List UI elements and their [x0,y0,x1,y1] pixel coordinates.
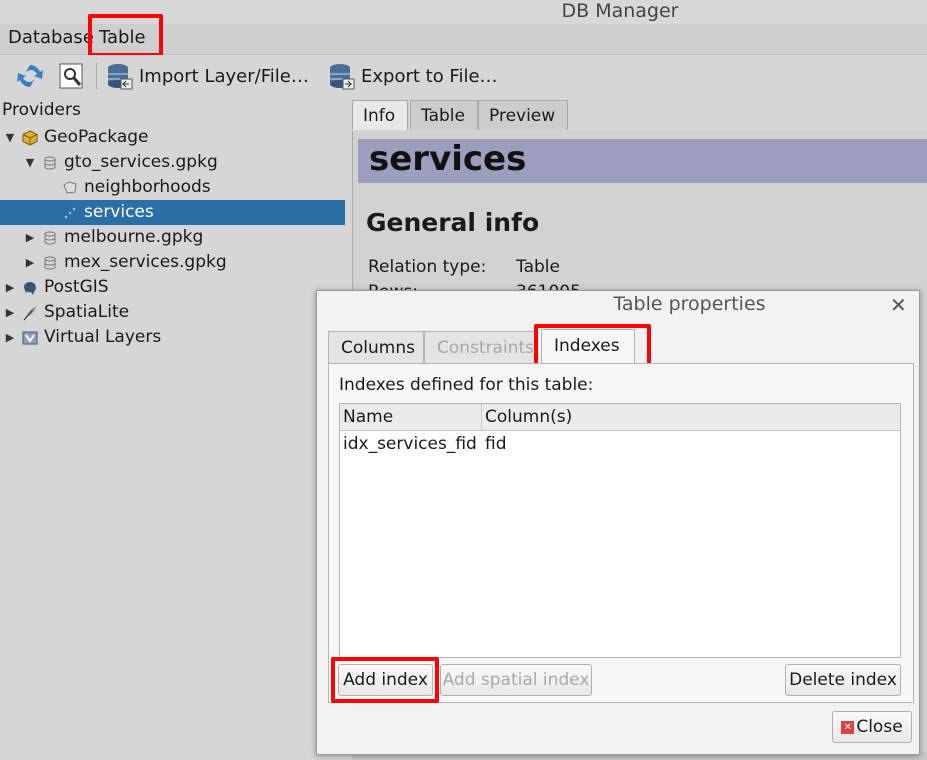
tree-item-neighborhoods[interactable]: neighborhoods [62,175,211,200]
tree-item-gto-services[interactable]: ▼ gto_services.gpkg [24,150,218,175]
tree-item-mex-services[interactable]: ▶ mex_services.gpkg [24,250,227,275]
export-file-button[interactable]: Export to File… [327,59,498,93]
tab-table[interactable]: Table [410,100,478,130]
collapsed-arrow-icon[interactable]: ▶ [4,325,16,350]
database-export-icon [330,64,355,90]
collapsed-arrow-icon[interactable]: ▶ [24,250,36,275]
delete-index-button[interactable]: Delete index [785,664,901,696]
indexes-label: Indexes defined for this table: [339,375,594,395]
point-layer-icon [64,207,76,218]
tab-columns[interactable]: Columns [328,331,424,363]
column-header-name[interactable]: Name [340,404,482,431]
close-button[interactable]: ✕ Close [832,711,912,743]
import-layer-label: Import Layer/File… [139,65,309,87]
export-file-label: Export to File… [361,65,498,87]
general-info-heading: General info [366,208,540,237]
geopackage-icon [22,129,38,146]
tree-item-melbourne[interactable]: ▶ melbourne.gpkg [24,225,204,250]
refresh-icon [17,65,43,87]
tree-item-postgis[interactable]: ▶ PostGIS [4,275,109,300]
sql-window-button[interactable] [56,59,86,93]
highlight-menu-table [88,14,163,57]
collapsed-arrow-icon[interactable]: ▶ [4,300,16,325]
index-name-cell[interactable]: idx_services_fid [340,432,483,457]
tab-constraints[interactable]: Constraints [424,331,537,363]
database-file-icon [44,231,56,244]
polygon-layer-icon [63,180,77,194]
tree-item-services[interactable]: services [0,200,345,225]
dialog-close-icon[interactable]: ✕ [890,293,907,317]
table-name: services [369,139,527,179]
providers-tree: ▼ GeoPackage ▼ gto_services.gpkg neighbo… [0,124,345,760]
tree-item-geopackage[interactable]: ▼ GeoPackage [4,125,149,150]
sql-window-icon [59,63,83,89]
relation-type-label: Relation type: [368,257,487,277]
relation-type-value: Table [516,257,560,277]
column-header-columns[interactable]: Column(s) [482,404,900,431]
postgis-elephant-icon [24,281,36,295]
tree-item-virtual-layers[interactable]: ▶ Virtual Layers [4,325,161,350]
dialog-title: Table properties [613,293,766,315]
tab-preview[interactable]: Preview [478,100,568,130]
database-file-icon [44,156,56,169]
virtual-layer-icon [22,331,38,344]
toolbar-separator [96,63,97,89]
expanded-arrow-icon[interactable]: ▼ [4,125,16,150]
menu-database[interactable]: Database [8,27,94,48]
index-columns-cell[interactable]: fid [482,432,507,457]
collapsed-arrow-icon[interactable]: ▶ [4,275,16,300]
database-import-icon [108,64,133,90]
spatialite-feather-icon [23,305,36,320]
highlight-add-index [331,657,439,703]
toolbar: Import Layer/File… Export to File… [0,55,927,97]
close-icon: ✕ [841,720,855,734]
expanded-arrow-icon[interactable]: ▼ [24,150,36,175]
table-name-header: services [358,139,927,183]
add-spatial-index-button[interactable]: Add spatial index [440,664,592,696]
import-layer-button[interactable]: Import Layer/File… [105,59,309,93]
database-file-icon [44,256,56,269]
tree-item-spatialite[interactable]: ▶ SpatiaLite [4,300,129,325]
indexes-table[interactable]: Name Column(s) idx_services_fid fid [339,403,901,658]
tab-info[interactable]: Info [352,100,408,130]
table-properties-dialog: Table properties ✕ Columns Constraints I… [316,290,920,755]
collapsed-arrow-icon[interactable]: ▶ [24,225,36,250]
providers-title: Providers [2,100,81,120]
refresh-button[interactable] [14,59,46,93]
